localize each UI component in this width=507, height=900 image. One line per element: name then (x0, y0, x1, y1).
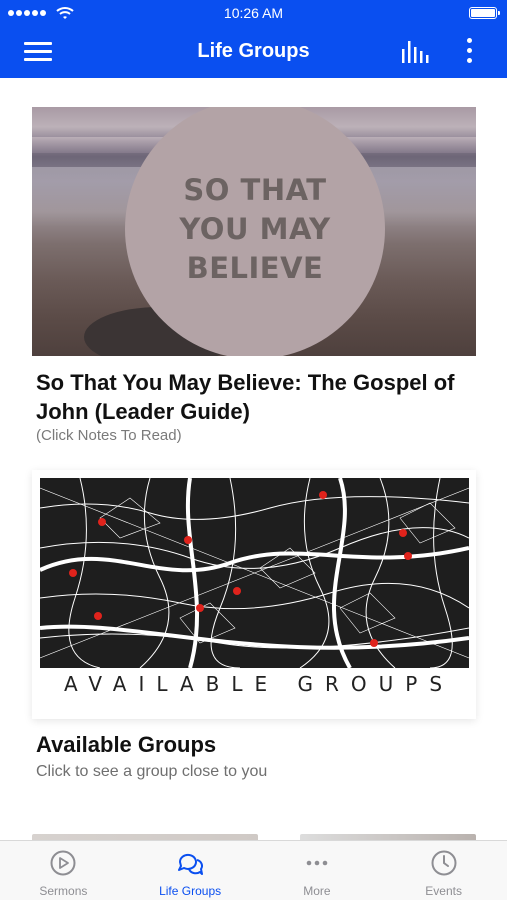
series-image-gospel-of-john[interactable]: SO THAT YOU MAY BELIEVE (32, 107, 476, 356)
series-image-text-line: BELIEVE (186, 250, 324, 285)
series-subtitle: (Click Notes To Read) (36, 427, 182, 444)
tab-life-groups[interactable]: Life Groups (127, 841, 254, 900)
tab-sermons[interactable]: Sermons (0, 841, 127, 900)
available-groups-image-text: AVAILABLE GROUPS (63, 672, 455, 696)
tab-label: Life Groups (159, 884, 222, 898)
navigation-bar: Life Groups (0, 26, 507, 78)
tab-label: More (303, 884, 331, 898)
available-groups-image[interactable]: AVAILABLE GROUPS (32, 470, 476, 719)
play-circle-icon (50, 850, 76, 876)
more-dots-icon (306, 860, 328, 866)
available-groups-title[interactable]: Available Groups (36, 732, 216, 758)
status-time: 10:26 AM (223, 5, 284, 21)
content-list[interactable]: SO THAT YOU MAY BELIEVE So That You May … (0, 78, 507, 840)
clock-icon (431, 850, 457, 876)
tab-bar: Sermons Life Groups More Events (0, 840, 507, 900)
tab-events[interactable]: Events (380, 841, 507, 900)
more-options-icon[interactable] (462, 38, 476, 66)
tab-label: Events (425, 884, 462, 898)
series-image-text-line: YOU MAY (179, 211, 331, 246)
tab-more[interactable]: More (254, 841, 381, 900)
series-title-circle: SO THAT YOU MAY BELIEVE (125, 107, 385, 356)
available-groups-subtitle: Click to see a group close to you (36, 763, 268, 780)
status-bar: 10:26 AM (0, 0, 507, 26)
city-map-graphic (40, 478, 469, 668)
page-title: Life Groups (197, 40, 310, 62)
series-title[interactable]: So That You May Believe: The Gospel of J… (36, 368, 476, 426)
app-header: 10:26 AM Life Groups (0, 0, 507, 78)
battery-icon (469, 7, 500, 19)
tab-label: Sermons (39, 884, 88, 898)
audio-bars-icon[interactable] (400, 39, 430, 65)
series-image-text-line: SO THAT (183, 172, 327, 207)
chat-bubbles-icon (178, 853, 204, 875)
